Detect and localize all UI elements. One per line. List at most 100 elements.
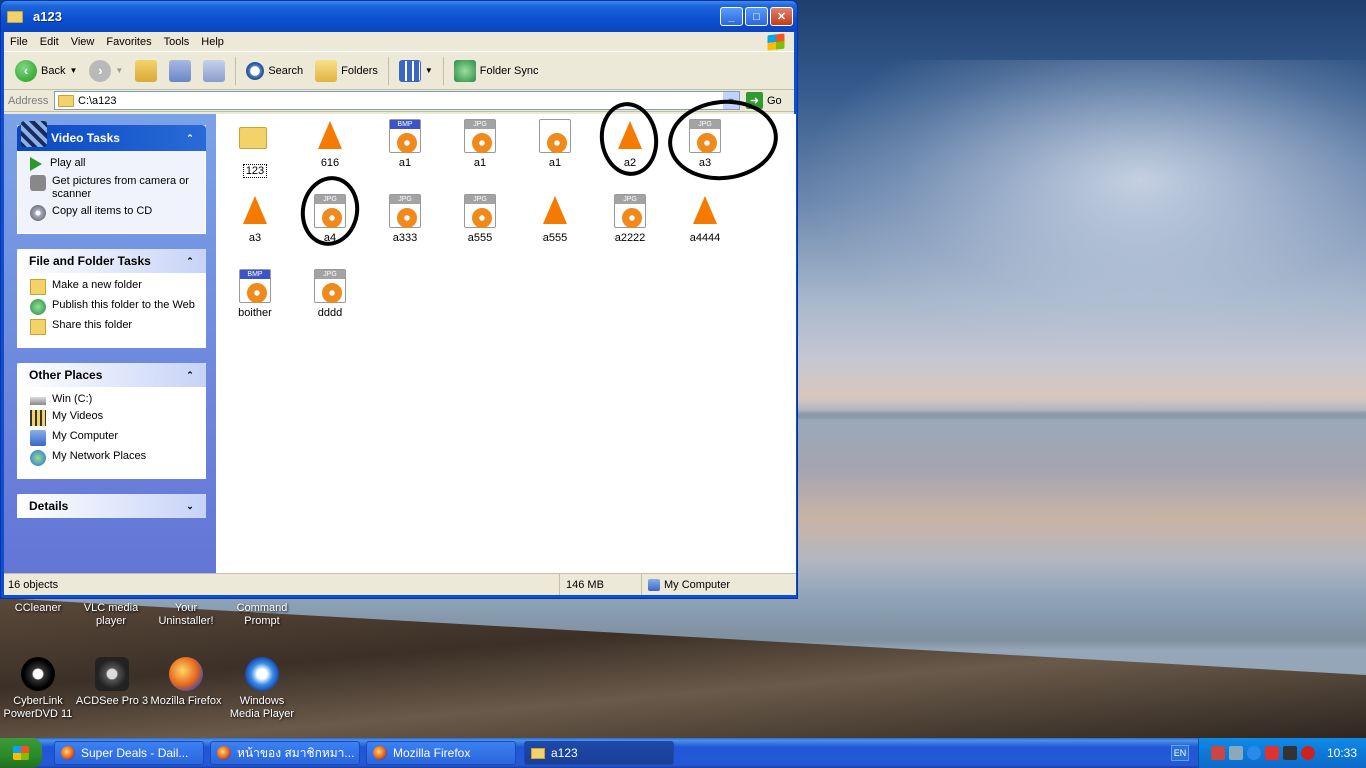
firefox-icon <box>373 746 387 760</box>
menu-view[interactable]: View <box>65 36 101 48</box>
folder-sync-button[interactable]: Folder Sync <box>449 56 544 86</box>
antivirus-icon[interactable] <box>1301 746 1315 760</box>
e-icon[interactable] <box>1247 746 1261 760</box>
vlc-cone-icon <box>243 196 267 224</box>
close-button[interactable]: ✕ <box>770 7 793 26</box>
desktop-icon-command-prompt[interactable]: Command Prompt <box>224 602 300 628</box>
video-tasks-header[interactable]: Video Tasks ⌃ <box>17 121 206 151</box>
play-all-link[interactable]: Play all <box>30 157 199 171</box>
taskbar-item[interactable]: Super Deals - Dail... <box>54 741 204 765</box>
cd-icon <box>30 205 46 221</box>
taskbar-item[interactable]: Mozilla Firefox <box>366 741 516 765</box>
collapse-icon[interactable]: ⌃ <box>182 253 198 269</box>
back-dropdown-icon[interactable]: ▼ <box>69 66 77 75</box>
clock[interactable]: 10:33 <box>1327 746 1357 760</box>
status-size: 146 MB <box>560 574 642 595</box>
file-item[interactable]: a3 <box>225 194 285 244</box>
taskbar-item[interactable]: หน้าของ สมาชิกหมา... <box>210 741 360 765</box>
start-button[interactable] <box>0 738 42 768</box>
other-places-header[interactable]: Other Places ⌃ <box>17 363 206 387</box>
file-item[interactable]: 123 <box>225 119 285 178</box>
menu-file[interactable]: File <box>4 36 34 48</box>
explorer-window: a123 _ □ ✕ File Edit View Favorites Tool… <box>0 0 798 599</box>
folders-icon <box>315 59 338 82</box>
delete-button[interactable] <box>198 56 230 86</box>
file-item[interactable]: dddd <box>300 269 360 319</box>
collapse-icon[interactable]: ⌃ <box>182 130 198 146</box>
address-label: Address <box>8 94 49 107</box>
file-item[interactable]: a1 <box>525 119 585 169</box>
powerdvd-icon <box>21 657 55 691</box>
file-folder-tasks-header[interactable]: File and Folder Tasks ⌃ <box>17 249 206 273</box>
get-pictures-link[interactable]: Get pictures from camera or scanner <box>30 175 199 201</box>
desktop-icon-powerdvd[interactable]: CyberLink PowerDVD 11 <box>0 657 76 721</box>
vlc-cone-icon <box>543 196 567 224</box>
firefox-icon <box>217 746 231 760</box>
other-place-win-c[interactable]: Win (C:) <box>30 393 199 406</box>
search-icon <box>246 61 265 80</box>
details-header[interactable]: Details ⌄ <box>17 494 206 518</box>
menu-edit[interactable]: Edit <box>34 36 65 48</box>
desktop-icon-your-uninstaller[interactable]: Your Uninstaller! <box>148 602 224 628</box>
share-folder-icon <box>30 319 46 335</box>
speaker-icon[interactable] <box>1229 746 1243 760</box>
other-place-my-computer[interactable]: My Computer <box>30 430 199 446</box>
menu-favorites[interactable]: Favorites <box>100 36 157 48</box>
windows-logo-icon <box>767 33 785 51</box>
file-item[interactable]: a4444 <box>675 194 735 244</box>
desktop-icon-acdsee[interactable]: ACDSee Pro 3 <box>74 657 150 708</box>
delete-icon <box>203 59 226 82</box>
other-place-my-videos[interactable]: My Videos <box>30 410 199 426</box>
menu-bar: File Edit View Favorites Tools Help <box>4 32 794 52</box>
desktop-icon-ccleaner[interactable]: CCleaner <box>0 602 76 615</box>
windows-logo-icon <box>13 746 29 760</box>
file-item[interactable]: a333 <box>375 194 435 244</box>
menu-help[interactable]: Help <box>195 36 230 48</box>
back-button[interactable]: ‹ Back ▼ <box>10 56 82 86</box>
other-place-network[interactable]: My Network Places <box>30 450 199 466</box>
other-places-panel: Other Places ⌃ Win (C:) My Videos My Com… <box>17 363 206 479</box>
network-icon[interactable] <box>1211 746 1225 760</box>
expand-icon[interactable]: ⌄ <box>182 498 198 514</box>
new-folder-button[interactable] <box>164 56 196 86</box>
forward-dropdown-icon: ▼ <box>115 66 124 75</box>
views-icon <box>398 59 421 82</box>
folders-button[interactable]: Folders <box>310 56 383 86</box>
file-item[interactable]: a2222 <box>600 194 660 244</box>
address-bar: Address C:\a123 ▼ ➜ Go <box>4 90 794 112</box>
app-tray-icon[interactable] <box>1283 746 1297 760</box>
jpg-file-icon <box>464 194 496 228</box>
file-item[interactable]: boither <box>225 269 285 319</box>
file-item[interactable]: a555 <box>450 194 510 244</box>
minimize-button[interactable]: _ <box>720 7 743 26</box>
file-item[interactable]: a1 <box>375 119 435 169</box>
taskbar-item[interactable]: a123 <box>524 741 674 765</box>
search-button[interactable]: Search <box>241 56 308 86</box>
status-location: My Computer <box>664 578 731 591</box>
make-new-folder-link[interactable]: Make a new folder <box>30 279 199 295</box>
windows-media-player-icon <box>245 657 279 691</box>
collapse-icon[interactable]: ⌃ <box>182 367 198 383</box>
share-folder-link[interactable]: Share this folder <box>30 319 199 335</box>
file-item[interactable]: 616 <box>300 119 360 169</box>
play-icon <box>30 157 44 171</box>
menu-tools[interactable]: Tools <box>158 36 196 48</box>
file-item[interactable]: a1 <box>450 119 510 169</box>
views-button[interactable]: ▼ <box>394 56 438 86</box>
shield-icon[interactable] <box>1265 746 1279 760</box>
jpg-file-icon <box>314 269 346 303</box>
desktop-icon-vlc[interactable]: VLC media player <box>73 602 149 628</box>
taskbar: Super Deals - Dail... หน้าของ สมาชิกหมา.… <box>0 738 1366 768</box>
maximize-button[interactable]: □ <box>745 7 768 26</box>
folder-icon <box>58 94 74 107</box>
file-item[interactable]: a555 <box>525 194 585 244</box>
up-button[interactable] <box>130 56 162 86</box>
desktop-icon-firefox[interactable]: Mozilla Firefox <box>148 657 224 708</box>
desktop-icon-wmp[interactable]: Windows Media Player <box>224 657 300 721</box>
title-bar[interactable]: a123 _ □ ✕ <box>1 1 797 32</box>
forward-button[interactable]: › ▼ <box>84 56 128 86</box>
copy-to-cd-link[interactable]: Copy all items to CD <box>30 205 199 221</box>
jpg-file-icon <box>389 194 421 228</box>
language-indicator[interactable]: EN <box>1171 745 1189 761</box>
publish-folder-link[interactable]: Publish this folder to the Web <box>30 299 199 315</box>
